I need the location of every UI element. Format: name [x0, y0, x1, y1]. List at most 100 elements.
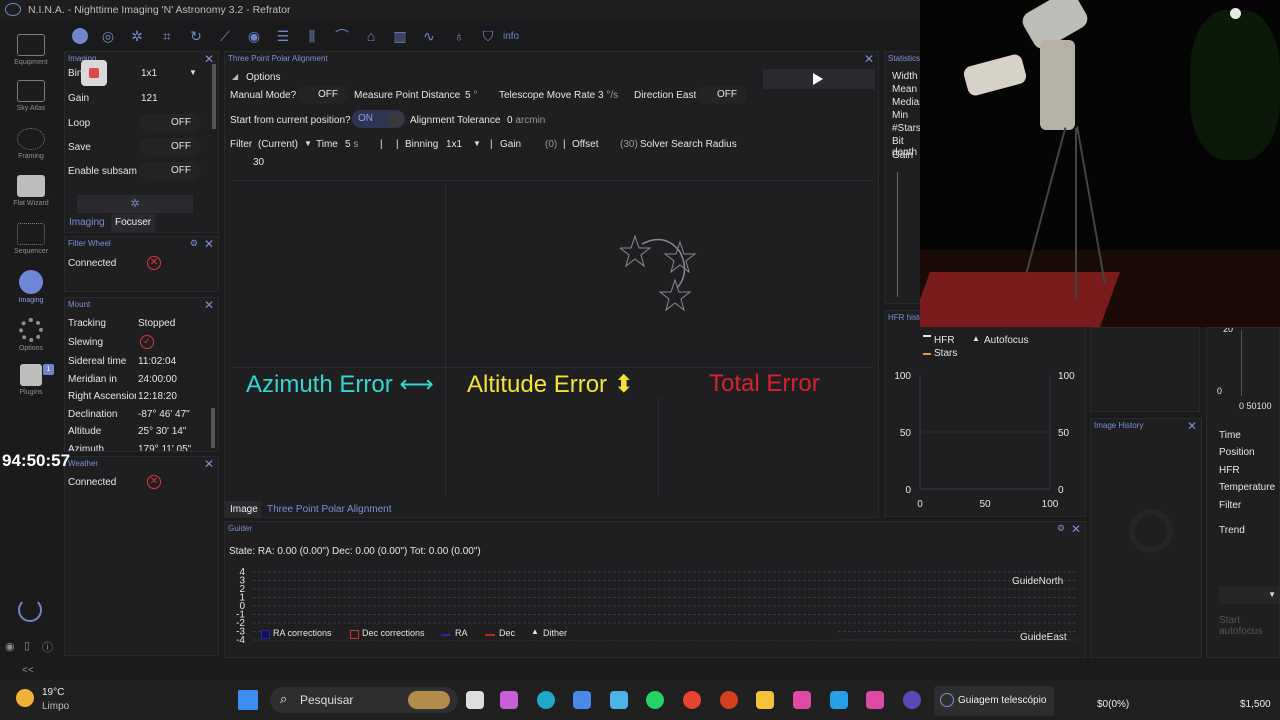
meridian-value: 24:00:00: [138, 374, 177, 385]
gain-input[interactable]: 121: [141, 93, 158, 104]
bin-select[interactable]: 1x1: [141, 68, 157, 79]
app-icon[interactable]: [903, 691, 921, 709]
tolerance-input[interactable]: 0 arcmin: [507, 115, 545, 126]
start-autofocus-button[interactable]: Start autofocus: [1219, 615, 1279, 637]
play-icon: [813, 73, 823, 85]
rotator-icon[interactable]: ↻: [188, 28, 204, 44]
close-icon[interactable]: ✕: [204, 457, 214, 471]
chevron-down-icon[interactable]: ▼: [304, 139, 312, 148]
folder-icon[interactable]: [756, 691, 774, 709]
windows-start-icon[interactable]: [238, 690, 258, 710]
close-icon[interactable]: ✕: [204, 298, 214, 312]
close-icon[interactable]: ✕: [864, 52, 874, 66]
app-icon[interactable]: [830, 691, 848, 709]
chrome-icon[interactable]: [683, 691, 701, 709]
loop-toggle[interactable]: OFF: [139, 114, 201, 132]
tab-image[interactable]: Image: [225, 501, 261, 518]
guide-icon[interactable]: ⌒: [334, 28, 350, 44]
close-icon[interactable]: ✕: [1071, 522, 1081, 536]
weather-temp[interactable]: 19°C: [42, 687, 64, 698]
direction-east-toggle[interactable]: OFF: [697, 86, 747, 104]
gain-input[interactable]: (0): [545, 139, 557, 150]
nav-imaging[interactable]: Imaging: [0, 270, 62, 304]
close-icon[interactable]: ✕: [1187, 419, 1197, 433]
frame-icon[interactable]: ⌗: [159, 28, 175, 44]
title-bar: N.I.N.A. - Nighttime Imaging 'N' Astrono…: [0, 0, 920, 20]
app-icon[interactable]: [793, 691, 811, 709]
mpd-input[interactable]: 5 °: [465, 90, 477, 101]
tmr-input[interactable]: 3 °/s: [598, 90, 618, 101]
active-app-button[interactable]: Guiagem telescópio: [934, 686, 1054, 716]
nav-sky-atlas[interactable]: Sky Atlas: [0, 80, 62, 112]
nav-options[interactable]: Options: [0, 318, 62, 352]
hfr-ytick: 50: [900, 428, 912, 439]
wave-icon[interactable]: ∿: [421, 28, 437, 44]
scrollbar[interactable]: [211, 408, 215, 448]
guide-north-label: GuideNorth: [1012, 576, 1064, 587]
nav-equipment[interactable]: Equipment: [0, 34, 62, 66]
close-icon[interactable]: ✕: [204, 237, 214, 251]
book-icon[interactable]: ▯: [24, 639, 30, 652]
offset-input[interactable]: (30): [620, 139, 638, 150]
dome-icon[interactable]: ⌂: [363, 28, 379, 44]
focuser-icon[interactable]: ✲: [129, 28, 145, 44]
filter-select[interactable]: (Current): [258, 139, 298, 150]
af-tick-0: 0: [1217, 386, 1223, 396]
eye-icon[interactable]: ◉: [5, 640, 15, 653]
chevron-down-icon[interactable]: ▼: [473, 139, 481, 148]
capture-button[interactable]: ✲: [77, 195, 193, 213]
time-input[interactable]: 5 s: [345, 139, 358, 150]
taskbar-search[interactable]: ⌕ Pesquisar: [270, 687, 458, 713]
tab-focuser[interactable]: Focuser: [111, 214, 155, 232]
settings-icon[interactable]: ⚙: [190, 238, 198, 249]
tab-tppa[interactable]: Three Point Polar Alignment: [267, 501, 392, 518]
options-label[interactable]: Options: [246, 72, 280, 83]
app-icon[interactable]: [866, 691, 884, 709]
hfr-xtick: 100: [1042, 499, 1059, 510]
subsample-label: Enable subsam: [68, 166, 137, 177]
store-icon[interactable]: [573, 691, 591, 709]
nav-sequencer[interactable]: Sequencer: [0, 223, 62, 255]
guide-east-label: GuideEast: [1020, 632, 1067, 643]
divider: [233, 367, 873, 368]
camera-toggle-icon[interactable]: [72, 28, 88, 44]
histogram-icon[interactable]: ▥: [392, 28, 408, 44]
power-icon[interactable]: [18, 598, 42, 622]
binning-select[interactable]: 1x1: [446, 139, 462, 150]
manual-mode-toggle[interactable]: OFF: [298, 86, 348, 104]
expand-icon[interactable]: ◢: [232, 72, 238, 81]
list-icon[interactable]: ☰: [275, 28, 291, 44]
telescope-icon[interactable]: ⟋: [217, 28, 233, 44]
shield-icon[interactable]: ⛉: [480, 28, 496, 44]
filter-wheel-icon[interactable]: ◎: [100, 28, 116, 44]
app-icon[interactable]: [610, 691, 628, 709]
collapse-icon[interactable]: <<: [22, 665, 34, 676]
af-time-label: Time: [1219, 430, 1241, 441]
start-button[interactable]: [763, 69, 875, 89]
sliders-icon[interactable]: ⫼: [304, 28, 320, 44]
image-area: [233, 185, 446, 495]
edge-icon[interactable]: [537, 691, 555, 709]
save-toggle[interactable]: OFF: [139, 138, 201, 156]
af-select-chevron[interactable]: ▼: [1219, 586, 1279, 604]
nav-plugins[interactable]: Plugins 1: [0, 364, 62, 396]
about-icon[interactable]: ⓘ: [42, 639, 53, 655]
separator: |: [396, 139, 399, 150]
chevron-down-icon[interactable]: ▼: [189, 68, 197, 77]
nav-flat-wizard[interactable]: Flat Wizard: [0, 175, 62, 207]
scrollbar[interactable]: [212, 64, 216, 129]
target-icon[interactable]: ◉: [246, 28, 262, 44]
copilot-icon[interactable]: [500, 691, 518, 709]
record-overlay-icon[interactable]: [81, 60, 107, 86]
tab-imaging[interactable]: Imaging: [65, 214, 110, 232]
separator: |: [563, 139, 566, 150]
task-view-icon[interactable]: [466, 691, 484, 709]
office-icon[interactable]: [720, 691, 738, 709]
ssr-input[interactable]: 30: [253, 157, 264, 168]
bulb-icon[interactable]: ♁: [451, 28, 467, 44]
gain-label: Gain: [500, 139, 522, 150]
settings-icon[interactable]: ⚙: [1057, 523, 1065, 534]
info-label[interactable]: info: [503, 31, 519, 42]
whatsapp-icon[interactable]: [646, 691, 664, 709]
nav-framing[interactable]: Framing: [0, 128, 62, 160]
